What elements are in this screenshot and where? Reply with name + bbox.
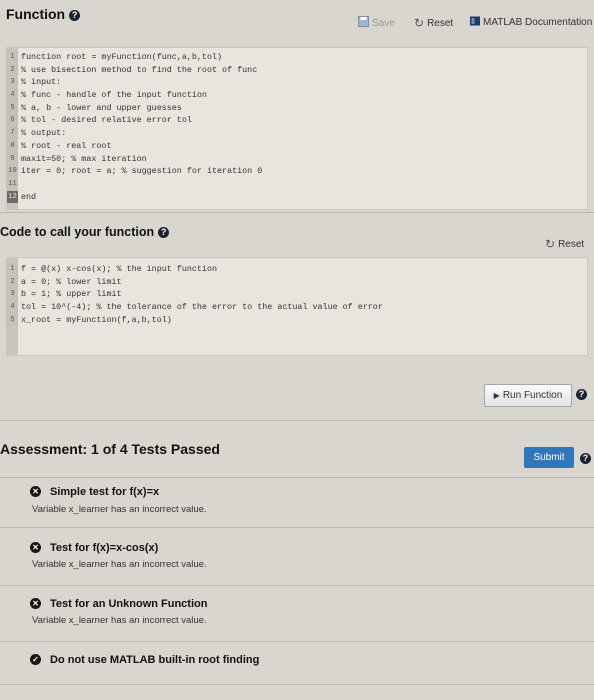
code-line: 8% root - real root (7, 139, 587, 153)
help-icon[interactable]: ? (580, 453, 591, 464)
section-divider (0, 212, 594, 213)
fail-x-icon: ✕ (30, 486, 41, 497)
code-line: 5% a, b - lower and upper guesses (7, 101, 587, 115)
test-divider (0, 585, 594, 586)
reset-icon: ↻ (414, 16, 425, 30)
reset-label: Reset (558, 238, 585, 250)
matlab-documentation-link[interactable]: MATLAB Documentation (470, 16, 592, 29)
help-icon[interactable]: ? (158, 227, 170, 239)
pass-check-icon: ✓ (30, 654, 41, 665)
reset-icon: ↻ (545, 237, 556, 251)
code-line: 1 function root = myFunction(func,a,b,tol… (7, 51, 587, 64)
code-line: 3% input: (7, 76, 587, 90)
test-title: Test for f(x)=x-cos(x) (50, 542, 159, 554)
code-line: 9 maxit=50; % max iteration (7, 152, 587, 166)
code-line: 7% output: (7, 127, 587, 140)
code-line: 10 iter = 0; root = a; % suggestion for i… (7, 165, 263, 178)
test-message: Variable x_learner has an incorrect valu… (32, 559, 207, 570)
play-icon: ▶ (493, 391, 500, 400)
section-divider (0, 420, 594, 421)
assessment-title: Assessment: 1 of 4 Tests Passed (0, 441, 220, 457)
docs-label: MATLAB Documentation (483, 17, 593, 28)
save-icon (358, 16, 369, 30)
code-line: 4% func - handle of the input function (7, 89, 587, 102)
test-result[interactable]: ✕ Test for an Unknown Function Variable … (6, 596, 586, 640)
test-title: Do not use MATLAB built-in root finding (50, 654, 260, 666)
run-function-button[interactable]: ▶ Run Function (484, 384, 572, 407)
reset-button[interactable]: ↻ Reset (414, 16, 453, 30)
function-title: Function? (6, 6, 81, 22)
section-divider (0, 477, 594, 478)
function-title-text: Function (6, 6, 66, 22)
fail-x-icon: ✕ (30, 542, 41, 553)
test-message: Variable x_learner has an incorrect valu… (32, 615, 207, 626)
code-line: 3b = 1; % upper limit (7, 288, 587, 302)
test-title: Test for an Unknown Function (50, 598, 208, 610)
reset-label: Reset (427, 17, 454, 29)
help-icon[interactable]: ? (69, 9, 81, 21)
code-line: 1f = @(x) x-cos(x); % the input function (7, 263, 587, 276)
fail-x-icon: ✕ (30, 598, 41, 609)
code-line: 2% use bisection method to find the root… (7, 63, 587, 77)
run-label: Run Function (502, 390, 563, 401)
submit-button[interactable]: Submit (524, 447, 574, 468)
test-divider (0, 641, 594, 642)
call-title-text: Code to call your function (0, 225, 155, 239)
test-result[interactable]: ✓ Do not use MATLAB built-in root findin… (6, 652, 586, 682)
call-section-title: Code to call your function? (0, 225, 170, 239)
function-code-editor[interactable]: 1 function root = myFunction(func,a,b,tol… (6, 47, 588, 210)
test-result[interactable]: ✕ Test for f(x)=x-cos(x) Variable x_lear… (6, 540, 586, 584)
code-line: 4 tol = 10^(-4); % the tolerance of the e… (7, 301, 587, 314)
test-message: Variable x_learner has an incorrect valu… (32, 504, 207, 515)
code-line: 12 end (7, 190, 37, 204)
test-result[interactable]: ✕ Simple test for f(x)=x Variable x_lear… (6, 484, 586, 528)
book-icon (470, 16, 480, 29)
assessment-title-text: Assessment: 1 of 4 Tests Passed (0, 441, 220, 457)
save-label: Save (372, 17, 395, 29)
code-line: 5 x_root = myFunction(f,a,b,tol) (7, 313, 587, 327)
save-button[interactable]: Save (358, 16, 395, 30)
test-title: Simple test for f(x)=x (50, 486, 160, 498)
submit-label: Submit (533, 452, 565, 463)
call-code-editor[interactable]: 1f = @(x) x-cos(x); % the input function… (6, 257, 588, 356)
code-line: 2a = 0; % lower limit (7, 275, 587, 289)
test-divider (0, 684, 594, 685)
help-icon[interactable]: ? (576, 389, 587, 400)
code-line: 6% tol - desired relative error tol (7, 114, 587, 128)
code-line: 11 (7, 177, 587, 191)
test-divider (0, 527, 594, 528)
call-reset-button[interactable]: ↻ Reset (545, 237, 584, 251)
